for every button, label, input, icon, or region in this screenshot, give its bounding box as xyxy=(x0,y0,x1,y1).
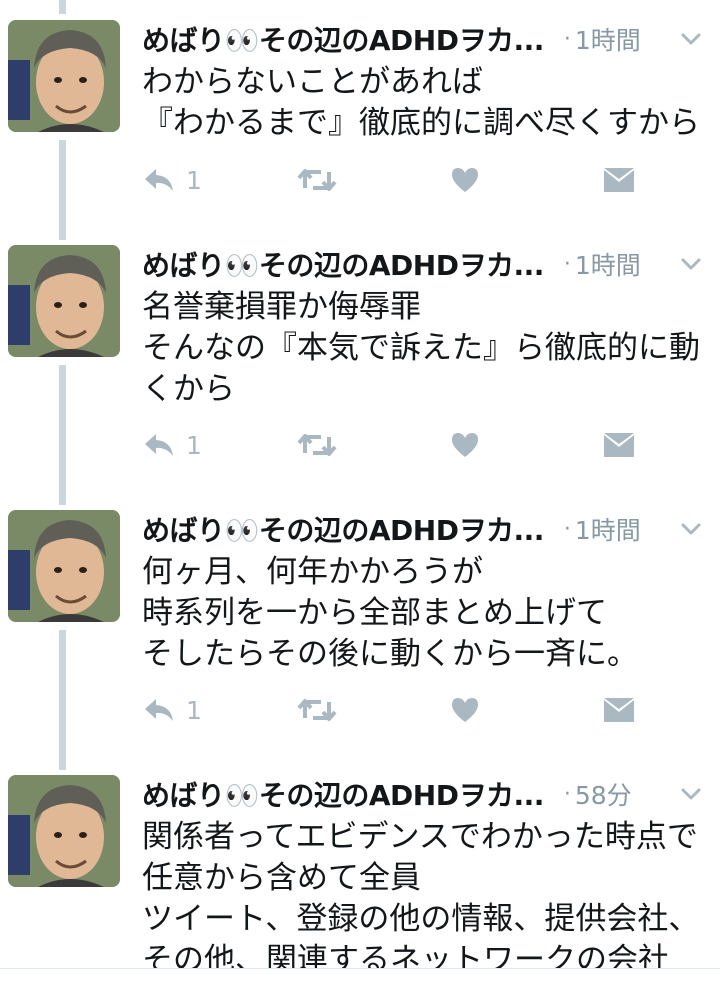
tweet[interactable]: めばり👀その辺のADHDヲカ... · 1時間 わからないことがあれば 『わかる… xyxy=(0,0,720,240)
tweet-text: 何ヶ月、何年かかろうが 時系列を一から全部まとめ上げて そしたらその後に動くから… xyxy=(142,554,638,672)
tweet-header: めばり👀その辺のADHDヲカ... · 58分 xyxy=(142,775,712,813)
display-name[interactable]: めばり👀その辺のADHDヲカ... xyxy=(142,509,544,549)
display-name[interactable]: めばり👀その辺のADHDヲカ... xyxy=(142,774,544,814)
chevron-down-icon[interactable] xyxy=(678,516,704,542)
avatar[interactable] xyxy=(8,510,120,622)
dm-button[interactable] xyxy=(602,690,636,730)
tweet-text: 名誉棄損罪か侮辱罪 そんなの『本気で訴えた』ら徹底的に動くから xyxy=(142,289,700,407)
reply-button[interactable]: 1 xyxy=(142,160,202,200)
timestamp[interactable]: 1時間 xyxy=(575,246,641,282)
like-button[interactable] xyxy=(450,425,480,465)
retweet-button[interactable] xyxy=(297,160,337,200)
retweet-icon xyxy=(297,696,337,724)
dm-button[interactable] xyxy=(602,160,636,200)
display-name[interactable]: めばり👀その辺のADHDヲカ... xyxy=(142,19,544,59)
chevron-down-icon[interactable] xyxy=(678,251,704,277)
envelope-icon xyxy=(602,166,636,194)
reply-icon xyxy=(142,696,176,724)
separator-dot: · xyxy=(563,26,571,52)
heart-icon xyxy=(450,166,480,194)
display-name[interactable]: めばり👀その辺のADHDヲカ... xyxy=(142,244,544,284)
tweet-actions: 1 xyxy=(142,425,682,465)
reply-count: 1 xyxy=(186,165,202,195)
reply-button[interactable]: 1 xyxy=(142,690,202,730)
retweet-icon xyxy=(297,431,337,459)
envelope-icon xyxy=(602,696,636,724)
chevron-down-icon[interactable] xyxy=(678,26,704,52)
tweet[interactable]: めばり👀その辺のADHDヲカ... · 58分 関係者ってエビデンスでわかった時… xyxy=(0,755,720,968)
avatar[interactable] xyxy=(8,20,120,132)
avatar[interactable] xyxy=(8,245,120,357)
timestamp[interactable]: 58分 xyxy=(575,776,632,812)
tweet-header: めばり👀その辺のADHDヲカ... · 1時間 xyxy=(142,20,712,58)
like-button[interactable] xyxy=(450,160,480,200)
reply-icon xyxy=(142,431,176,459)
tweet[interactable]: めばり👀その辺のADHDヲカ... · 1時間 名誉棄損罪か侮辱罪 そんなの『本… xyxy=(0,225,720,490)
separator-dot: · xyxy=(563,251,571,277)
tweet-header: めばり👀その辺のADHDヲカ... · 1時間 xyxy=(142,245,712,283)
envelope-icon xyxy=(602,431,636,459)
retweet-icon xyxy=(297,166,337,194)
avatar[interactable] xyxy=(8,775,120,887)
timestamp[interactable]: 1時間 xyxy=(575,511,641,547)
tweet-header: めばり👀その辺のADHDヲカ... · 1時間 xyxy=(142,510,712,548)
separator-dot: · xyxy=(563,516,571,542)
retweet-button[interactable] xyxy=(297,425,337,465)
separator-dot: · xyxy=(563,781,571,807)
tweet[interactable]: めばり👀その辺のADHDヲカ... · 1時間 何ヶ月、何年かかろうが 時系列を… xyxy=(0,490,720,755)
like-button[interactable] xyxy=(450,690,480,730)
tweet-text: わからないことがあれば 『わかるまで』徹底的に調べ尽くすから xyxy=(142,64,700,141)
tweet-actions: 1 xyxy=(142,160,682,200)
bottom-bar xyxy=(0,968,720,998)
heart-icon xyxy=(450,696,480,724)
chevron-down-icon[interactable] xyxy=(678,781,704,807)
reply-count: 1 xyxy=(186,430,202,460)
tweet-text: 関係者ってエビデンスでわかった時点で 任意から含めて全員 ツイート、登録の他の情… xyxy=(142,819,700,968)
heart-icon xyxy=(450,431,480,459)
timestamp[interactable]: 1時間 xyxy=(575,21,641,57)
tweet-actions: 1 xyxy=(142,690,682,730)
reply-count: 1 xyxy=(186,695,202,725)
reply-icon xyxy=(142,166,176,194)
dm-button[interactable] xyxy=(602,425,636,465)
retweet-button[interactable] xyxy=(297,690,337,730)
reply-button[interactable]: 1 xyxy=(142,425,202,465)
